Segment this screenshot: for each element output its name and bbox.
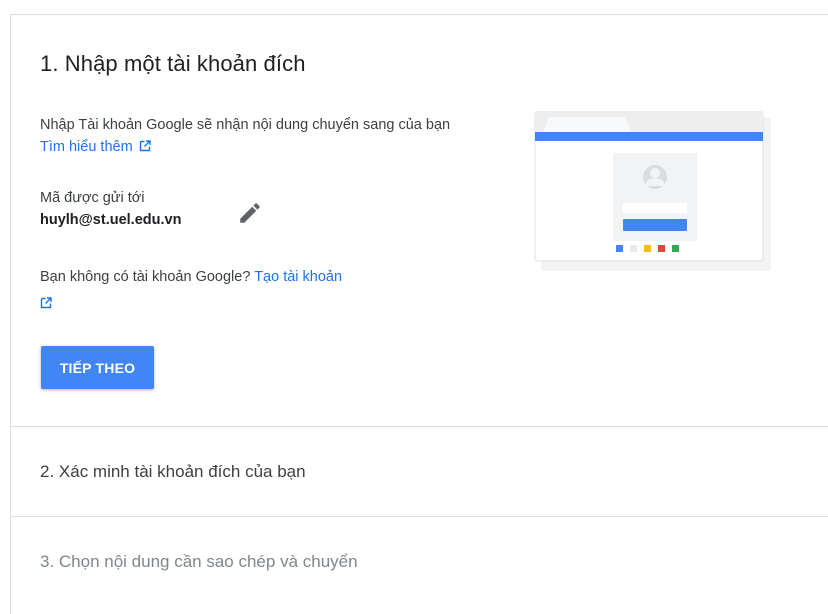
step-divider <box>11 516 828 517</box>
step-3-title: 3. Chọn nội dung cần sao chép và chuyển <box>40 552 358 571</box>
next-button[interactable]: TIẾP THEO <box>41 346 154 389</box>
sent-to-label: Mã được gửi tới <box>40 190 145 206</box>
pencil-icon <box>240 203 260 223</box>
google-dot-blue <box>616 245 623 252</box>
browser-window-illustration <box>534 110 771 271</box>
step-1-title: 1. Nhập một tài khoản đích <box>40 51 306 76</box>
step-2-title[interactable]: 2. Xác minh tài khoản đích của bạn <box>40 462 306 482</box>
learn-more-link[interactable]: Tìm hiểu thêm <box>40 139 151 155</box>
transfer-steps-card: 1. Nhập một tài khoản đích Nhập Tài khoả… <box>10 14 828 614</box>
google-dot-gray <box>630 245 637 252</box>
account-illustration <box>529 110 775 273</box>
create-account-link-label: Tạo tài khoản <box>254 269 343 285</box>
google-dot-yellow <box>644 245 651 252</box>
sent-to-email: huylh@st.uel.edu.vn <box>40 212 182 228</box>
step-1-description: Nhập Tài khoản Google sẽ nhận nội dung c… <box>40 114 470 159</box>
learn-more-link-label: Tìm hiểu thêm <box>40 139 133 155</box>
step-1-description-text: Nhập Tài khoản Google sẽ nhận nội dung c… <box>40 117 451 133</box>
step-divider <box>11 426 828 427</box>
edit-email-button[interactable] <box>237 200 263 226</box>
no-account-text: Bạn không có tài khoản Google? Tạo tài k… <box>40 266 470 316</box>
external-link-icon <box>139 137 151 159</box>
google-dot-red <box>658 245 665 252</box>
google-dot-green <box>672 245 679 252</box>
no-account-question: Bạn không có tài khoản Google? <box>40 269 255 285</box>
external-link-icon <box>40 294 52 316</box>
